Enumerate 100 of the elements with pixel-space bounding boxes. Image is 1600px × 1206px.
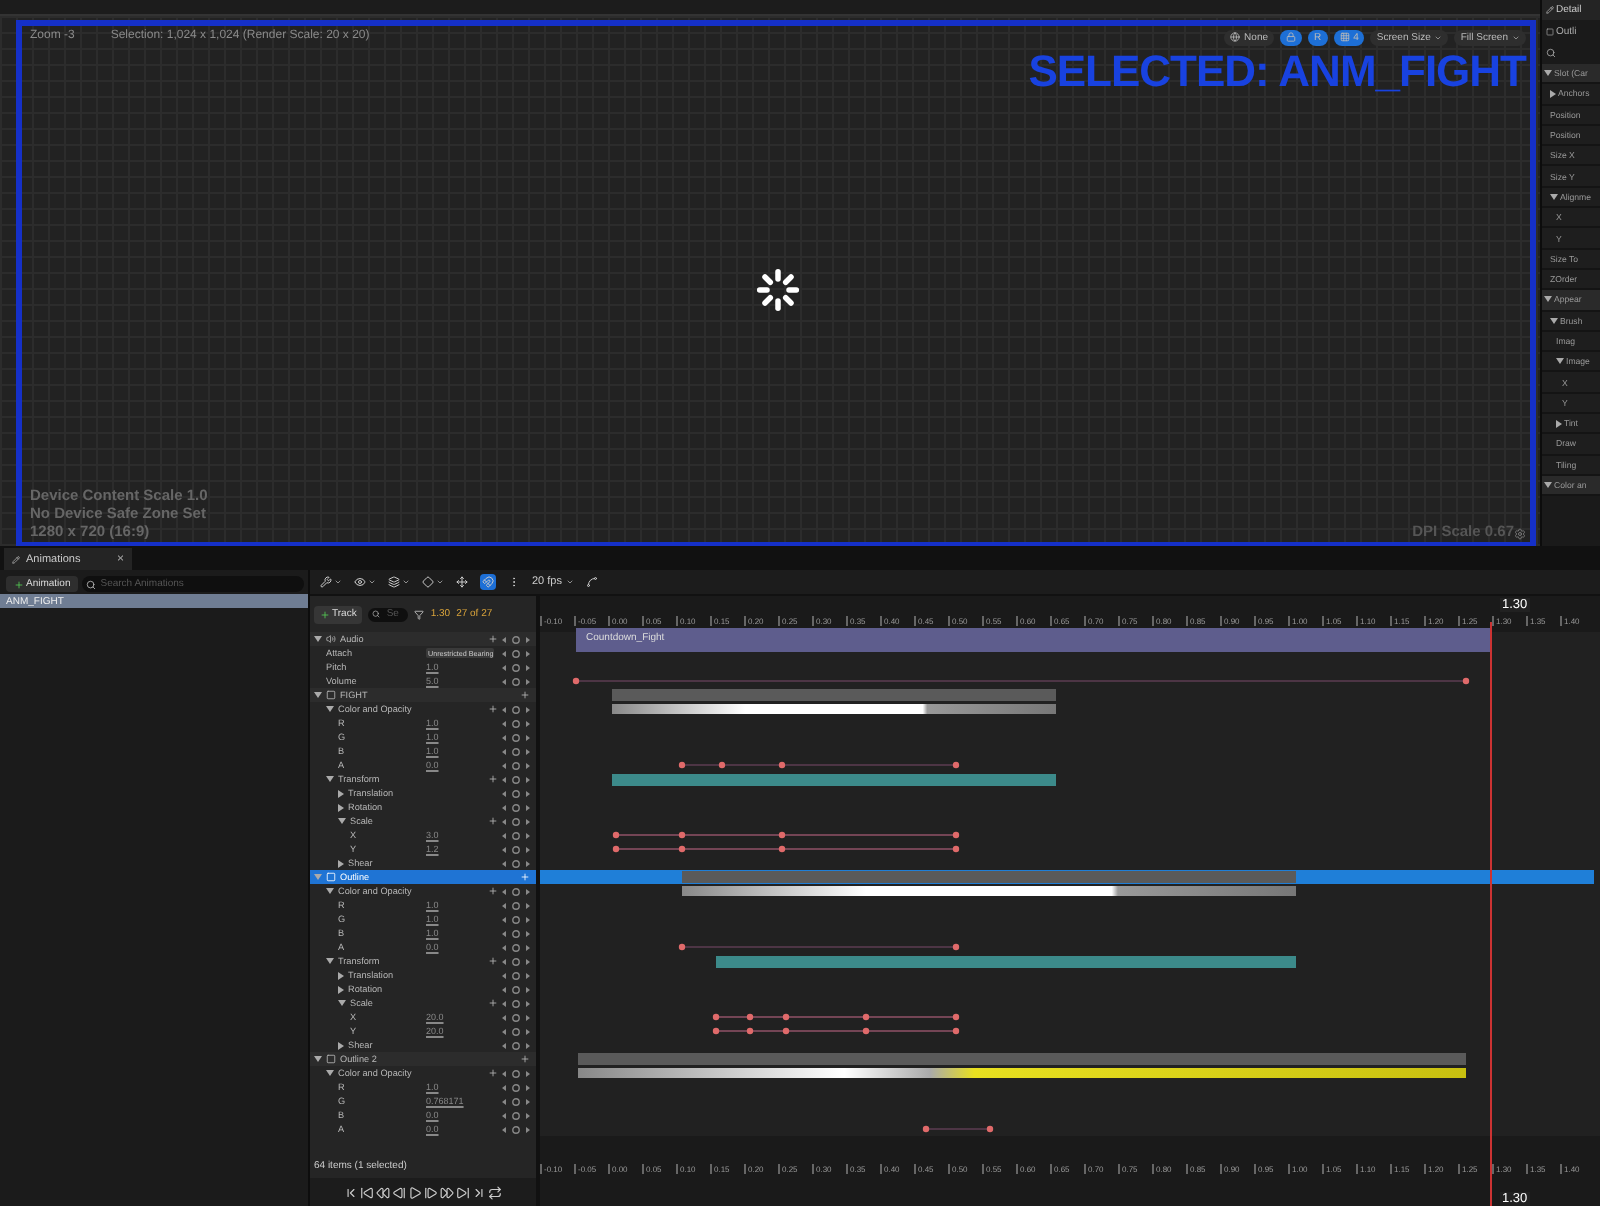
speaker-icon <box>326 634 336 644</box>
playback-icon[interactable] <box>488 1185 502 1199</box>
expand-arrow-icon[interactable] <box>326 958 334 964</box>
expand-arrow-icon[interactable] <box>326 776 334 782</box>
playback-icon[interactable] <box>440 1185 454 1199</box>
key-nav-icon[interactable] <box>502 817 530 825</box>
add-icon[interactable] <box>488 774 498 784</box>
expand-arrow-icon[interactable] <box>1544 296 1552 303</box>
expand-arrow-icon[interactable] <box>1556 419 1562 428</box>
add-icon[interactable] <box>520 872 530 882</box>
keyframe-row[interactable] <box>712 1027 960 1035</box>
playback-icon[interactable] <box>424 1185 438 1199</box>
key-nav-icon[interactable] <box>502 1027 530 1035</box>
expand-arrow-icon[interactable] <box>314 1056 322 1062</box>
add-icon[interactable] <box>488 704 498 714</box>
keyframe-row[interactable] <box>922 1125 994 1133</box>
key-nav-icon[interactable] <box>502 719 530 727</box>
plus-icon <box>320 609 330 619</box>
key-nav-icon[interactable] <box>502 803 530 811</box>
key-nav-icon[interactable] <box>502 1013 530 1021</box>
key-nav-icon[interactable] <box>502 663 530 671</box>
playback-icon[interactable] <box>344 1185 358 1199</box>
playback-icon[interactable] <box>376 1185 390 1199</box>
expand-arrow-icon[interactable] <box>338 1000 346 1006</box>
expand-arrow-icon[interactable] <box>326 1070 334 1076</box>
playback-icon[interactable] <box>456 1185 470 1199</box>
expand-arrow-icon[interactable] <box>338 985 344 993</box>
key-nav-icon[interactable] <box>502 1041 530 1049</box>
expand-arrow-icon[interactable] <box>338 971 344 979</box>
search-icon <box>86 579 97 589</box>
key-nav-icon[interactable] <box>502 985 530 993</box>
add-icon[interactable] <box>520 1054 530 1064</box>
key-nav-icon[interactable] <box>502 649 530 657</box>
search-icon[interactable] <box>1546 48 1556 58</box>
key-nav-icon[interactable] <box>502 901 530 909</box>
key-nav-icon[interactable] <box>502 1111 530 1119</box>
key-nav-icon[interactable] <box>502 831 530 839</box>
playback-icon[interactable] <box>392 1185 406 1199</box>
expand-arrow-icon[interactable] <box>326 706 334 712</box>
filter-icon[interactable] <box>414 609 425 619</box>
expand-arrow-icon[interactable] <box>338 789 344 797</box>
key-nav-icon[interactable] <box>502 677 530 685</box>
key-nav-icon[interactable] <box>502 733 530 741</box>
expand-arrow-icon[interactable] <box>314 636 322 642</box>
timeline[interactable] <box>540 596 1600 1206</box>
pencil-icon <box>1546 6 1554 14</box>
expand-arrow-icon[interactable] <box>1544 70 1552 77</box>
expand-arrow-icon[interactable] <box>1550 317 1558 324</box>
expand-arrow-icon[interactable] <box>1550 89 1556 98</box>
expand-arrow-icon[interactable] <box>1550 193 1558 200</box>
add-icon[interactable] <box>488 886 498 896</box>
key-nav-icon[interactable] <box>502 845 530 853</box>
color-gradient-bar[interactable] <box>612 704 1056 714</box>
key-nav-icon[interactable] <box>502 1125 530 1133</box>
selection-title: SELECTED: ANM_FIGHT <box>1028 50 1526 94</box>
color-gradient-bar[interactable] <box>682 886 1296 896</box>
playback-icon[interactable] <box>472 1185 486 1199</box>
expand-arrow-icon[interactable] <box>314 692 322 698</box>
expand-arrow-icon[interactable] <box>338 818 346 824</box>
add-icon[interactable] <box>488 1068 498 1078</box>
key-nav-icon[interactable] <box>502 775 530 783</box>
keyframe-row[interactable] <box>712 1013 960 1021</box>
key-nav-icon[interactable] <box>502 971 530 979</box>
expand-arrow-icon[interactable] <box>326 888 334 894</box>
color-gradient-bar[interactable] <box>578 1068 1466 1078</box>
loading-spinner-icon <box>756 268 800 312</box>
playback-icon[interactable] <box>408 1185 422 1199</box>
add-icon[interactable] <box>488 634 498 644</box>
keyframe-row[interactable] <box>678 943 960 951</box>
expand-arrow-icon[interactable] <box>1556 358 1564 365</box>
key-nav-icon[interactable] <box>502 915 530 923</box>
key-nav-icon[interactable] <box>502 1069 530 1077</box>
playback-icon[interactable] <box>360 1185 374 1199</box>
lock-toggle[interactable] <box>1280 29 1302 45</box>
key-nav-icon[interactable] <box>502 761 530 769</box>
key-nav-icon[interactable] <box>502 929 530 937</box>
curve-editor-icon[interactable] <box>585 576 598 588</box>
key-nav-icon[interactable] <box>502 1097 530 1105</box>
key-nav-icon[interactable] <box>502 943 530 951</box>
keyframe-row[interactable] <box>612 845 960 853</box>
settings-icon[interactable] <box>1514 528 1526 540</box>
keyframe-row[interactable] <box>612 831 960 839</box>
add-icon[interactable] <box>488 956 498 966</box>
key-nav-icon[interactable] <box>502 1083 530 1091</box>
key-nav-icon[interactable] <box>502 887 530 895</box>
key-nav-icon[interactable] <box>502 859 530 867</box>
expand-arrow-icon[interactable] <box>338 803 344 811</box>
key-nav-icon[interactable] <box>502 705 530 713</box>
key-nav-icon[interactable] <box>502 635 530 643</box>
add-icon[interactable] <box>488 998 498 1008</box>
keyframe-row[interactable] <box>678 761 960 769</box>
magnet-icon[interactable] <box>480 574 496 590</box>
expand-arrow-icon[interactable] <box>1544 482 1552 489</box>
add-icon[interactable] <box>488 816 498 826</box>
key-nav-icon[interactable] <box>502 957 530 965</box>
key-nav-icon[interactable] <box>502 747 530 755</box>
key-nav-icon[interactable] <box>502 789 530 797</box>
add-icon[interactable] <box>520 690 530 700</box>
move-icon[interactable] <box>456 576 468 588</box>
key-nav-icon[interactable] <box>502 999 530 1007</box>
